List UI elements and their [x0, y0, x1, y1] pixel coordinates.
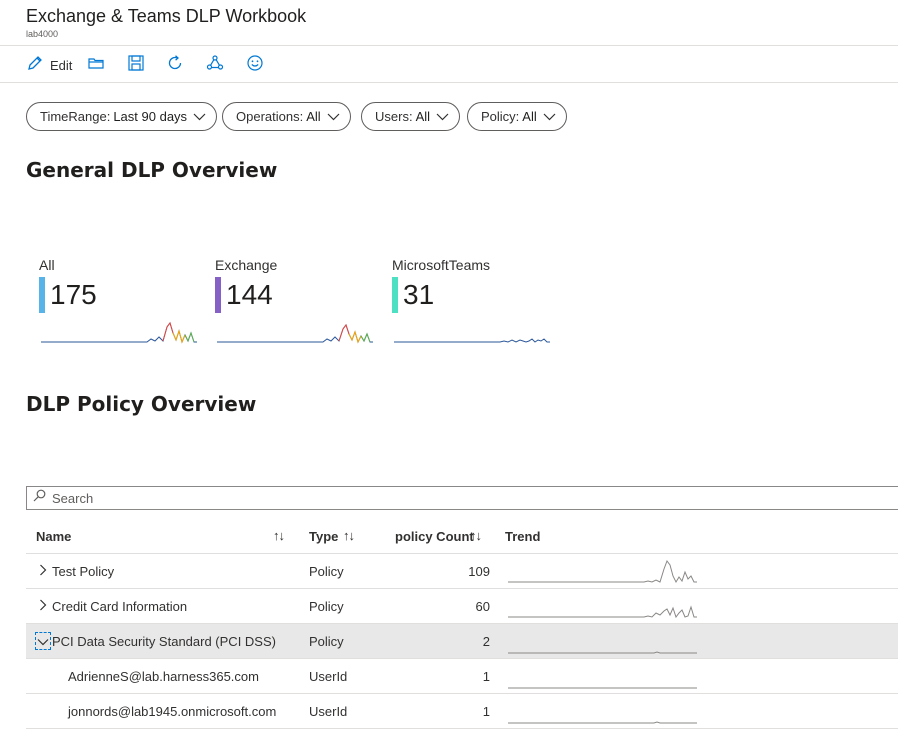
column-header-trend: Trend — [505, 529, 541, 544]
chevron-down-icon — [430, 109, 449, 124]
share-icon — [206, 54, 224, 77]
open-button[interactable] — [87, 55, 105, 75]
refresh-icon — [166, 54, 184, 77]
row-type: Policy — [309, 564, 344, 579]
chevron-down-icon — [321, 109, 340, 124]
tile-value: 144 — [226, 279, 273, 310]
filter-users[interactable]: Users: All — [361, 102, 461, 131]
chevron-down-icon — [537, 109, 556, 124]
page-subtitle: lab4000 — [26, 29, 59, 39]
feedback-smiley-icon — [246, 54, 264, 77]
tile-sparkline — [41, 321, 197, 344]
edit-icon — [26, 54, 44, 77]
search-input[interactable] — [52, 490, 752, 506]
row-trend-sparkline — [508, 721, 697, 724]
tile-color-bar — [39, 277, 45, 313]
tile-value: 175 — [50, 279, 97, 310]
edit-button[interactable]: Edit — [26, 55, 72, 75]
tile-exchange[interactable]: Exchange 144 — [215, 257, 385, 352]
tile-color-bar — [215, 277, 221, 313]
save-icon — [127, 54, 145, 77]
column-header-type[interactable]: Type — [309, 529, 338, 544]
tile-sparkline — [394, 338, 550, 343]
filter-policy-value: All — [522, 109, 537, 124]
table-row[interactable]: Test Policy Policy 109 — [26, 554, 898, 589]
row-count: 109 — [468, 564, 490, 579]
filter-operations-value: All — [306, 109, 321, 124]
policy-table: Name ↑↓ Type ↑↓ policy Count ↑↓ Trend Te… — [26, 519, 898, 729]
workbook-header: Exchange & Teams DLP Workbook lab4000 — [0, 0, 898, 46]
table-row[interactable]: jonnords@lab1945.onmicrosoft.com UserId … — [26, 694, 898, 729]
table-row[interactable]: Credit Card Information Policy 60 — [26, 589, 898, 624]
filter-operations-name: Operations: — [236, 109, 304, 124]
row-trend-sparkline — [508, 559, 697, 584]
expand-toggle[interactable] — [36, 563, 50, 579]
tile-label: MicrosoftTeams — [392, 257, 491, 273]
search-box[interactable] — [26, 486, 898, 510]
row-name: AdrienneS@lab.harness365.com — [68, 669, 259, 684]
page-title: Exchange & Teams DLP Workbook — [26, 6, 307, 26]
chevron-down-icon — [37, 634, 49, 649]
chevron-right-icon — [39, 564, 47, 579]
share-button[interactable] — [206, 54, 224, 77]
filter-policy-name: Policy: — [481, 109, 520, 124]
sort-icon[interactable]: ↑↓ — [273, 528, 285, 543]
open-folder-icon — [87, 54, 105, 77]
row-trend-sparkline — [508, 687, 697, 689]
toolbar: Edit — [0, 46, 898, 83]
row-count: 1 — [482, 704, 490, 719]
row-count: 60 — [475, 599, 490, 614]
column-header-name[interactable]: Name — [36, 529, 71, 544]
search-icon — [33, 489, 52, 507]
filter-policy[interactable]: Policy: All — [467, 102, 567, 131]
row-name: Credit Card Information — [52, 599, 188, 614]
row-trend-sparkline — [508, 651, 697, 654]
filter-timerange[interactable]: TimeRange: Last 90 days — [26, 102, 218, 131]
filter-timerange-name: TimeRange: — [40, 109, 111, 124]
tile-label: Exchange — [215, 257, 278, 273]
filter-users-value: All — [415, 109, 431, 124]
row-type: UserId — [309, 669, 348, 684]
edit-button-label: Edit — [50, 57, 73, 73]
tile-all[interactable]: All 175 — [39, 257, 209, 352]
tile-sparkline — [217, 323, 373, 344]
sort-icon[interactable]: ↑↓ — [470, 528, 482, 543]
table-row[interactable]: PCI Data Security Standard (PCI DSS) Pol… — [26, 624, 898, 659]
row-type: UserId — [309, 704, 348, 719]
row-trend-sparkline — [508, 605, 697, 619]
chevron-down-icon — [187, 109, 206, 124]
row-name: PCI Data Security Standard (PCI DSS) — [52, 634, 276, 649]
tile-microsoftteams[interactable]: MicrosoftTeams 31 — [392, 257, 562, 352]
section-title-general: General DLP Overview — [26, 158, 278, 182]
refresh-button[interactable] — [166, 54, 184, 77]
row-count: 2 — [482, 634, 490, 649]
column-header-policy-count[interactable]: policy Count — [395, 529, 474, 544]
row-name: Test Policy — [52, 564, 115, 579]
filter-timerange-value: Last 90 days — [113, 109, 188, 124]
feedback-button[interactable] — [246, 54, 264, 77]
tile-color-bar — [392, 277, 398, 313]
tile-label: All — [39, 257, 55, 273]
section-title-policy: DLP Policy Overview — [26, 392, 257, 416]
table-row[interactable]: AdrienneS@lab.harness365.com UserId 1 — [26, 659, 898, 694]
tile-value: 31 — [403, 279, 435, 310]
filter-users-name: Users: — [375, 109, 413, 124]
row-count: 1 — [482, 669, 490, 684]
expand-toggle[interactable] — [36, 598, 50, 614]
row-type: Policy — [309, 634, 344, 649]
chevron-right-icon — [39, 599, 47, 614]
expand-toggle[interactable] — [35, 632, 51, 650]
filter-operations[interactable]: Operations: All — [222, 102, 351, 131]
row-type: Policy — [309, 599, 344, 614]
table-header: Name ↑↓ Type ↑↓ policy Count ↑↓ Trend — [26, 519, 898, 554]
save-button[interactable] — [127, 54, 145, 77]
sort-icon[interactable]: ↑↓ — [343, 528, 355, 543]
row-name: jonnords@lab1945.onmicrosoft.com — [68, 704, 277, 719]
